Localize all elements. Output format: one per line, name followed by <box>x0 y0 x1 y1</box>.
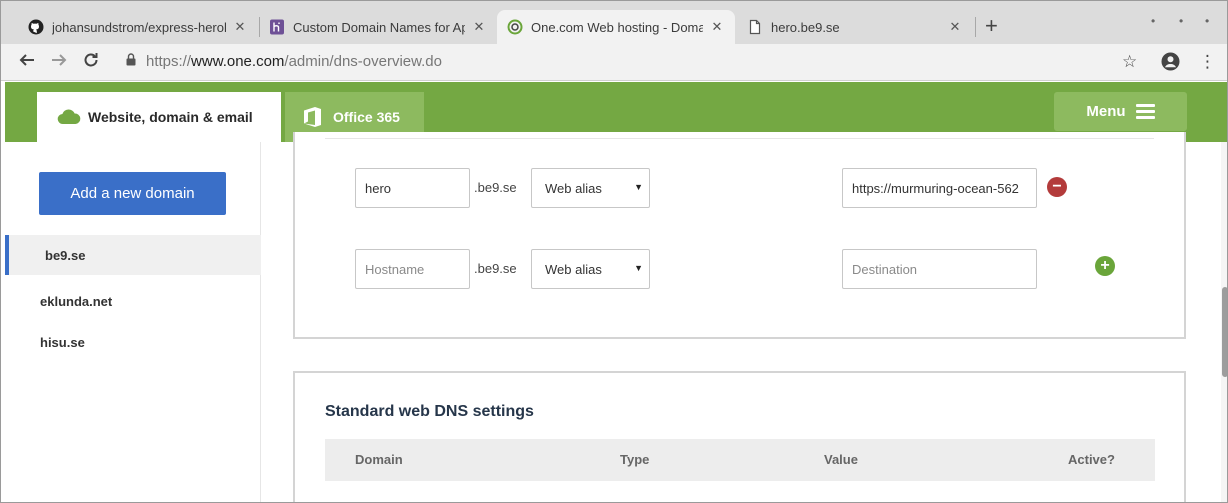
url-host: www.one.com <box>191 53 285 70</box>
record-type-select[interactable]: Web alias ▼ <box>531 249 650 289</box>
github-icon <box>28 19 44 35</box>
browser-tab-heroku[interactable]: Custom Domain Names for Apps ✕ <box>259 10 497 44</box>
record-type-value: Web alias <box>545 261 602 277</box>
tab-title: hero.be9.se <box>771 19 840 35</box>
section-title: Standard web DNS settings <box>325 403 534 420</box>
address-bar: https://www.one.com/admin/dns-overview.d… <box>1 44 1227 81</box>
new-tab-plus-icon[interactable]: + <box>985 15 998 37</box>
cloud-icon <box>57 109 81 125</box>
tab-title: Custom Domain Names for Apps <box>293 19 465 35</box>
page-scrollbar[interactable] <box>1221 142 1227 502</box>
standard-dns-card: Standard web DNS settings Domain Type Va… <box>293 371 1186 502</box>
hostname-input[interactable]: Hostname <box>355 249 470 289</box>
destination-input[interactable]: https://murmuring-ocean-562 <box>842 168 1037 208</box>
dns-record-row: hero .be9.se Web alias ▼ https://murmuri… <box>295 168 1184 208</box>
new-record-row: Hostname .be9.se Web alias ▼ Destination… <box>295 249 1184 289</box>
destination-input[interactable]: Destination <box>842 249 1037 289</box>
tab-website-domain-email[interactable]: Website, domain & email <box>37 92 281 142</box>
bookmark-star-icon[interactable]: ☆ <box>1122 52 1137 72</box>
sidebar-item-be9-se[interactable]: be9.se <box>5 235 261 275</box>
heroku-icon <box>269 19 285 35</box>
url-field[interactable]: https://www.one.com/admin/dns-overview.d… <box>126 53 442 70</box>
menu-button[interactable]: Menu <box>1054 92 1187 131</box>
tab-title: One.com Web hosting - Domai <box>531 19 703 35</box>
record-type-select[interactable]: Web alias ▼ <box>531 168 650 208</box>
menu-label: Menu <box>1086 103 1126 120</box>
back-arrow-icon[interactable] <box>18 51 36 74</box>
scrollbar-thumb[interactable] <box>1222 287 1227 377</box>
browser-tab-hero[interactable]: hero.be9.se ✕ <box>737 10 973 44</box>
close-icon[interactable]: ✕ <box>471 19 487 35</box>
tab-label: Office 365 <box>333 109 400 125</box>
office-icon <box>303 106 322 128</box>
hostname-input[interactable]: hero <box>355 168 470 208</box>
close-icon[interactable]: ✕ <box>947 19 963 35</box>
sidebar-item-eklunda-net[interactable]: eklunda.net <box>5 281 261 321</box>
column-header-value: Value <box>824 452 858 467</box>
lock-icon <box>126 53 136 70</box>
url-path: /admin/dns-overview.do <box>284 53 442 70</box>
browser-tab-github[interactable]: johansundstrom/express-herok ✕ <box>18 10 258 44</box>
more-options-icon[interactable]: ⋮ <box>1199 52 1216 72</box>
column-header-domain: Domain <box>355 452 403 467</box>
table-header: Domain Type Value Active? <box>325 439 1155 481</box>
reload-icon[interactable] <box>82 51 100 74</box>
browser-tab-onecom[interactable]: One.com Web hosting - Domai ✕ <box>497 10 735 44</box>
column-header-type: Type <box>620 452 650 467</box>
tab-strip: johansundstrom/express-herok ✕ Custom Do… <box>1 1 1227 44</box>
maximize-icon[interactable]: • <box>1179 14 1183 28</box>
forward-arrow-icon[interactable] <box>50 51 68 74</box>
main-content: hero .be9.se Web alias ▼ https://murmuri… <box>262 132 1222 502</box>
add-domain-button[interactable]: Add a new domain <box>39 172 226 215</box>
domain-suffix: .be9.se <box>474 261 517 276</box>
dns-records-card: hero .be9.se Web alias ▼ https://murmuri… <box>293 132 1186 339</box>
minimize-icon[interactable]: • <box>1151 14 1155 28</box>
browser-window: johansundstrom/express-herok ✕ Custom Do… <box>0 0 1228 503</box>
remove-record-icon[interactable]: − <box>1047 177 1067 197</box>
hamburger-icon <box>1135 104 1155 119</box>
column-header-active: Active? <box>1068 452 1115 467</box>
close-icon[interactable]: ✕ <box>709 19 725 35</box>
url-scheme: https:// <box>146 53 192 70</box>
onecom-icon <box>507 19 523 35</box>
profile-icon[interactable] <box>1161 52 1180 76</box>
caret-down-icon: ▼ <box>634 182 643 192</box>
caret-down-icon: ▼ <box>634 263 643 273</box>
page-icon <box>747 19 763 35</box>
domain-suffix: .be9.se <box>474 180 517 195</box>
domain-sidebar: Add a new domain be9.se eklunda.net hisu… <box>5 142 261 502</box>
tab-title: johansundstrom/express-herok <box>52 19 226 35</box>
add-record-icon[interactable]: + <box>1095 256 1115 276</box>
sidebar-item-hisu-se[interactable]: hisu.se <box>5 322 261 362</box>
window-close-icon[interactable]: • <box>1205 14 1209 28</box>
close-icon[interactable]: ✕ <box>232 19 248 35</box>
tab-label: Website, domain & email <box>88 109 253 125</box>
record-type-value: Web alias <box>545 180 602 196</box>
